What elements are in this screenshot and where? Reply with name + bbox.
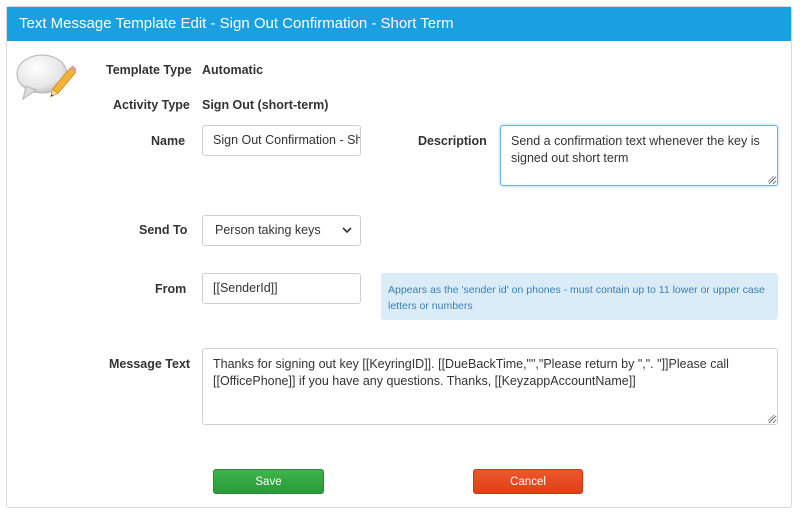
from-input[interactable]: [[SenderId]] xyxy=(202,273,361,304)
activity-type-value: Sign Out (short-term) xyxy=(202,98,329,112)
send-to-select[interactable]: Person taking keys xyxy=(202,215,361,246)
activity-type-label: Activity Type xyxy=(113,98,190,112)
send-to-selected: Person taking keys xyxy=(215,223,321,237)
resize-grip-icon[interactable] xyxy=(767,175,775,183)
template-type-label: Template Type xyxy=(106,63,192,77)
template-type-value: Automatic xyxy=(202,63,264,77)
send-to-label: Send To xyxy=(139,223,188,237)
name-label: Name xyxy=(151,134,186,148)
message-text-content: Thanks for signing out key [[KeyringID]]… xyxy=(213,357,729,388)
resize-grip-icon[interactable] xyxy=(767,414,775,422)
description-textarea[interactable]: Send a confirmation text whenever the ke… xyxy=(500,125,778,186)
cancel-button[interactable]: Cancel xyxy=(473,469,583,494)
template-edit-panel: Text Message Template Edit - Sign Out Co… xyxy=(6,6,792,508)
speech-bubble-pencil-icon xyxy=(16,54,76,101)
name-input[interactable]: Sign Out Confirmation - Sho xyxy=(202,125,361,156)
description-text: Send a confirmation text whenever the ke… xyxy=(511,134,760,165)
save-button[interactable]: Save xyxy=(213,469,324,494)
message-text-label: Message Text xyxy=(109,357,191,371)
panel-title: Text Message Template Edit - Sign Out Co… xyxy=(7,7,791,41)
description-label: Description xyxy=(418,134,487,148)
from-label: From xyxy=(155,282,187,296)
message-text-textarea[interactable]: Thanks for signing out key [[KeyringID]]… xyxy=(202,348,778,425)
chevron-down-icon xyxy=(342,227,352,234)
from-hint: Appears as the 'sender id' on phones - m… xyxy=(381,273,778,320)
